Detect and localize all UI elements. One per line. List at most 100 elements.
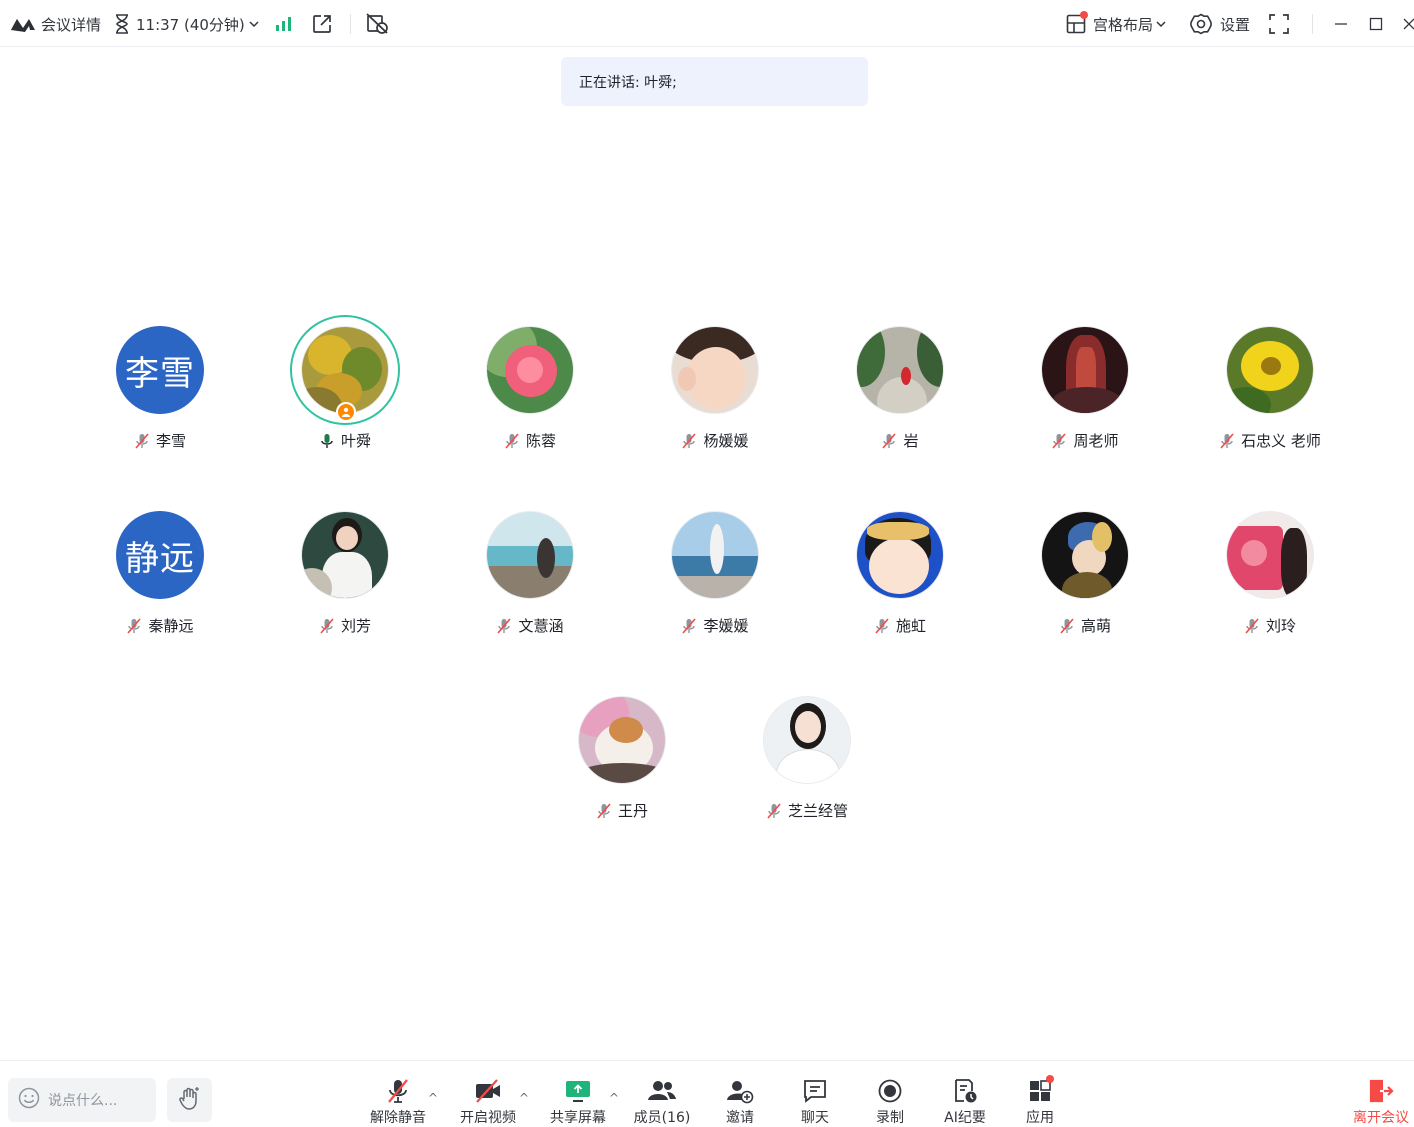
mic-muted-icon	[596, 802, 612, 819]
participant-tile[interactable]: 施虹	[810, 511, 990, 651]
mic-on-icon	[319, 433, 335, 449]
raise-hand-button[interactable]	[167, 1078, 212, 1122]
audio-options-chevron-icon[interactable]: ^	[428, 1091, 438, 1105]
ai-minutes-label: AI纪要	[944, 1110, 986, 1126]
members-button[interactable]: 成员(16)	[627, 1077, 697, 1127]
participant-name: 文薏涵	[518, 617, 564, 635]
mic-muted-icon	[881, 432, 897, 449]
participant-tile[interactable]: 高萌	[995, 511, 1175, 651]
mic-muted-icon	[385, 1077, 411, 1105]
record-icon	[877, 1077, 903, 1105]
participant-name: 刘芳	[340, 617, 371, 635]
members-icon	[647, 1077, 677, 1105]
participant-tile[interactable]: 叶舜	[255, 315, 435, 466]
avatar	[1041, 511, 1129, 599]
ai-notes-icon	[952, 1077, 978, 1105]
participant-tile[interactable]: 文薏涵	[440, 511, 620, 651]
chat-button[interactable]: 聊天	[780, 1077, 850, 1127]
invite-button[interactable]: 邀请	[705, 1077, 775, 1127]
share-options-chevron-icon[interactable]: ^	[609, 1091, 619, 1105]
mic-muted-icon	[134, 432, 150, 449]
participant-name: 叶舜	[340, 432, 371, 450]
record-label: 录制	[876, 1110, 904, 1126]
mic-muted-icon	[319, 617, 335, 634]
invite-label: 邀请	[726, 1110, 754, 1126]
participant-name: 王丹	[617, 802, 648, 820]
raise-hand-icon	[177, 1085, 203, 1115]
start-video-label: 开启视频	[460, 1110, 516, 1126]
leave-icon	[1367, 1077, 1395, 1105]
avatar	[763, 696, 851, 784]
mic-muted-icon	[766, 802, 782, 819]
chat-input[interactable]: 说点什么...	[8, 1078, 156, 1122]
video-options-chevron-icon[interactable]: ^	[519, 1091, 529, 1105]
mic-muted-icon	[1244, 617, 1260, 634]
apps-label: 应用	[1026, 1110, 1054, 1126]
avatar	[301, 511, 389, 599]
chat-label: 聊天	[801, 1110, 829, 1126]
members-label: 成员(16)	[633, 1110, 691, 1126]
apps-icon	[1027, 1075, 1054, 1105]
bottom-toolbar: 说点什么... 解除静音 ^ 开启视频 ^ 共享屏幕 ^ 成员(16) 邀请 聊…	[0, 1060, 1414, 1127]
start-video-button[interactable]: 开启视频	[453, 1077, 523, 1127]
avatar	[856, 326, 944, 414]
participant-tile[interactable]: 岩	[810, 326, 990, 466]
avatar	[1226, 326, 1314, 414]
mic-muted-icon	[681, 617, 697, 634]
record-button[interactable]: 录制	[855, 1077, 925, 1127]
user-icon	[341, 407, 351, 417]
avatar	[1226, 511, 1314, 599]
mic-muted-icon	[1059, 617, 1075, 634]
avatar	[671, 511, 759, 599]
share-screen-label: 共享屏幕	[550, 1110, 606, 1126]
unmute-button[interactable]: 解除静音	[363, 1077, 433, 1127]
ai-minutes-button[interactable]: AI纪要	[930, 1077, 1000, 1127]
emoji-icon	[18, 1087, 40, 1113]
participant-name: 刘玲	[1265, 617, 1296, 635]
participant-tile[interactable]: 杨媛媛	[625, 326, 805, 466]
avatar: 李雪	[116, 326, 204, 414]
video-off-icon	[474, 1077, 502, 1105]
participant-name: 石忠义 老师	[1241, 432, 1321, 450]
host-badge	[336, 402, 356, 422]
participant-name: 杨媛媛	[703, 432, 749, 450]
avatar	[671, 326, 759, 414]
chat-icon	[802, 1077, 828, 1105]
participant-tile[interactable]: 陈蓉	[440, 326, 620, 466]
participant-name: 芝兰经管	[787, 802, 848, 820]
mic-muted-icon	[1219, 432, 1235, 449]
participant-grid: 李雪 李雪 叶舜 陈蓉 杨媛媛 岩 周老师 石忠义 老师 静远 秦静远 刘芳 文…	[0, 0, 1414, 1060]
participant-tile[interactable]: 李媛媛	[625, 511, 805, 651]
participant-tile[interactable]: 刘玲	[1180, 511, 1360, 651]
participant-tile[interactable]: 芝兰经管	[717, 696, 897, 836]
chat-placeholder: 说点什么...	[48, 1093, 118, 1109]
leave-label: 离开会议	[1353, 1110, 1409, 1126]
participant-tile[interactable]: 静远 秦静远	[70, 511, 250, 651]
participant-name: 陈蓉	[525, 432, 556, 450]
avatar	[486, 326, 574, 414]
participant-tile[interactable]: 周老师	[995, 326, 1175, 466]
participant-tile[interactable]: 王丹	[532, 696, 712, 836]
apps-button[interactable]: 应用	[1005, 1075, 1075, 1127]
avatar: 静远	[116, 511, 204, 599]
avatar	[578, 696, 666, 784]
unmute-label: 解除静音	[370, 1110, 426, 1126]
participant-tile[interactable]: 石忠义 老师	[1180, 326, 1360, 466]
participant-name: 秦静远	[148, 617, 194, 635]
leave-meeting-button[interactable]: 离开会议	[1348, 1077, 1414, 1127]
notification-dot	[1046, 1075, 1054, 1083]
mic-muted-icon	[496, 617, 512, 634]
avatar	[856, 511, 944, 599]
mic-muted-icon	[1051, 432, 1067, 449]
mic-muted-icon	[504, 432, 520, 449]
avatar	[301, 326, 389, 414]
mic-muted-icon	[126, 617, 142, 634]
participant-name: 高萌	[1080, 617, 1111, 635]
avatar	[486, 511, 574, 599]
participant-tile[interactable]: 刘芳	[255, 511, 435, 651]
participant-name: 岩	[903, 432, 919, 450]
participant-tile[interactable]: 李雪 李雪	[70, 326, 250, 466]
share-screen-button[interactable]: 共享屏幕	[543, 1077, 613, 1127]
mic-muted-icon	[681, 432, 697, 449]
mic-muted-icon	[874, 617, 890, 634]
